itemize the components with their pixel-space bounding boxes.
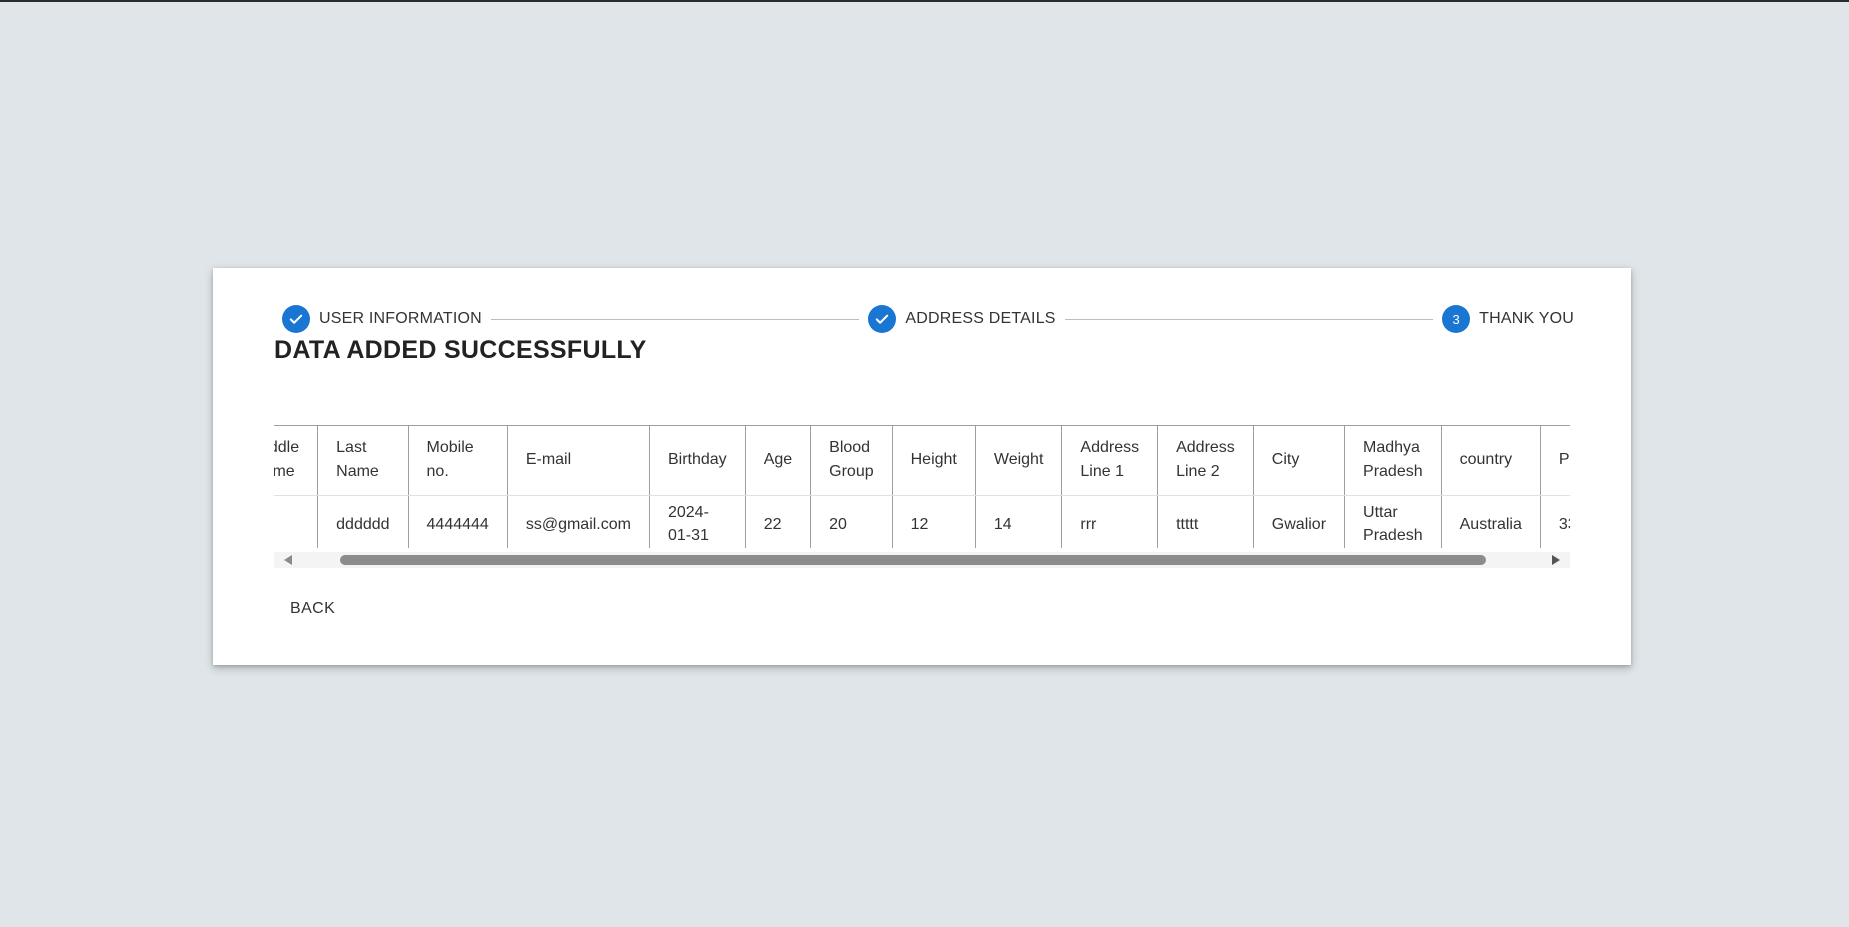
column-header: City: [1253, 426, 1346, 496]
column-header-text: Blood: [829, 439, 871, 457]
step-label: ADDRESS DETAILS: [905, 310, 1056, 327]
column-header: country: [1441, 426, 1541, 496]
table-cell: 2024- 01-31: [649, 495, 746, 548]
table-cell-text: 12: [910, 515, 929, 533]
column-header-text: Group: [829, 463, 874, 481]
column-header-text: Address: [1080, 439, 1140, 457]
column-header: Blood Group: [810, 426, 893, 496]
step-user-information: USER INFORMATION: [282, 305, 482, 333]
scroll-right-icon[interactable]: [1552, 555, 1560, 565]
table-cell: 14: [975, 495, 1063, 548]
table-cell: Uttar Pradesh: [1344, 495, 1442, 548]
column-header-text: Pradesh: [1363, 463, 1423, 481]
column-header-text: Line 2: [1176, 463, 1220, 481]
column-header-text: Age: [763, 451, 793, 469]
table-cell: ttttt: [1157, 495, 1254, 548]
column-header-text: Name: [274, 463, 295, 481]
table-cell-text: ttttt: [1176, 515, 1199, 533]
column-header-text: no.: [426, 463, 449, 481]
column-header: Weight: [975, 426, 1063, 496]
table-cell: dddddd: [317, 495, 409, 548]
step-label: USER INFORMATION: [319, 310, 482, 327]
column-header: Pincode: [1540, 426, 1570, 496]
step-connector: [1064, 318, 1434, 320]
column-header-text: Madhya: [1363, 439, 1420, 457]
table-cell: 4444444: [408, 495, 508, 548]
column-header-text: Birthday: [667, 451, 727, 469]
table-cell-text: 4444444: [426, 515, 489, 533]
column-header-text: City: [1271, 451, 1300, 469]
table-cell: rrr: [1061, 495, 1159, 548]
column-header-text: E-mail: [525, 451, 572, 469]
page-title: DATA ADDED SUCCESSFULLY: [274, 336, 647, 364]
table-cell-text: rrr: [1080, 515, 1097, 533]
stepper: USER INFORMATION ADDRESS DETAILS 3 THANK…: [282, 304, 1574, 334]
column-header: Age: [745, 426, 812, 496]
column-header-text: Mobile: [426, 439, 474, 457]
column-header: Madhya Pradesh: [1344, 426, 1442, 496]
column-header-text: Height: [910, 451, 957, 469]
step-address-details: ADDRESS DETAILS: [868, 305, 1055, 333]
table-cell: 33: [1540, 495, 1570, 548]
column-header: Height: [892, 426, 976, 496]
table-row: ttttdddddd4444444ss@gmail.com2024-01-312…: [274, 495, 1570, 548]
column-header-text: Name: [336, 463, 379, 481]
table-cell-text: Gwalior: [1271, 515, 1327, 533]
table-cell-text: 14: [993, 515, 1012, 533]
column-header: Mobile no.: [408, 426, 508, 496]
check-icon: [282, 305, 310, 333]
table-cell-text: 33: [1558, 515, 1570, 533]
column-header: Address Line 1: [1061, 426, 1159, 496]
step-connector: [490, 318, 860, 320]
table-cell: Australia: [1441, 495, 1541, 548]
table-cell-text: Australia: [1459, 515, 1522, 533]
table-cell: 22: [745, 495, 812, 548]
table-cell-text: ss@gmail.com: [525, 515, 631, 533]
table-cell-text: dddddd: [336, 515, 390, 533]
table-cell: 20: [810, 495, 893, 548]
table-cell-text: 22: [763, 515, 782, 533]
column-header: Last Name: [317, 426, 409, 496]
column-header: Address Line 2: [1157, 426, 1254, 496]
column-header-text: Pincode: [1558, 451, 1570, 469]
scrollbar-thumb[interactable]: [340, 555, 1486, 565]
table-cell-text: 20: [829, 515, 847, 533]
horizontal-scrollbar[interactable]: [274, 552, 1570, 568]
step-thank-you: 3 THANK YOU: [1442, 305, 1574, 333]
table-cell-text: Uttar: [1363, 504, 1398, 521]
table-cell-text: 2024-: [667, 504, 709, 521]
check-icon: [868, 305, 897, 333]
table-cell-text: tttt: [274, 513, 299, 536]
scroll-left-icon[interactable]: [284, 555, 292, 565]
step-label: THANK YOU: [1479, 310, 1574, 327]
table-cell: ss@gmail.com: [507, 495, 650, 548]
column-header-text: Address: [1176, 439, 1235, 457]
table-cell: tttt: [274, 495, 319, 548]
column-header-text: Line 1: [1080, 463, 1124, 481]
column-header-text: Weight: [993, 451, 1044, 469]
table-cell: 12: [892, 495, 976, 548]
step-number-badge: 3: [1442, 305, 1471, 333]
data-table-container: Middle Name Last Name Mobile no. E-mail Birthda…: [274, 425, 1570, 548]
column-header: Middle Name: [274, 426, 319, 496]
table-header-row: Middle Name Last Name Mobile no. E-mail Birthda…: [274, 426, 1570, 496]
form-card: USER INFORMATION ADDRESS DETAILS 3 THANK…: [213, 268, 1631, 665]
table-cell-text: Pradesh: [1363, 527, 1423, 544]
column-header-text: country: [1459, 451, 1513, 469]
table-cell-text: 01-31: [667, 527, 709, 544]
column-header-text: Middle: [274, 439, 300, 457]
table-cell: Gwalior: [1253, 495, 1346, 548]
data-table: Middle Name Last Name Mobile no. E-mail Birthda…: [274, 426, 1570, 548]
column-header: E-mail: [507, 426, 650, 496]
column-header: Birthday: [649, 426, 746, 496]
column-header-text: Last: [336, 439, 367, 457]
back-button[interactable]: BACK: [276, 594, 349, 624]
